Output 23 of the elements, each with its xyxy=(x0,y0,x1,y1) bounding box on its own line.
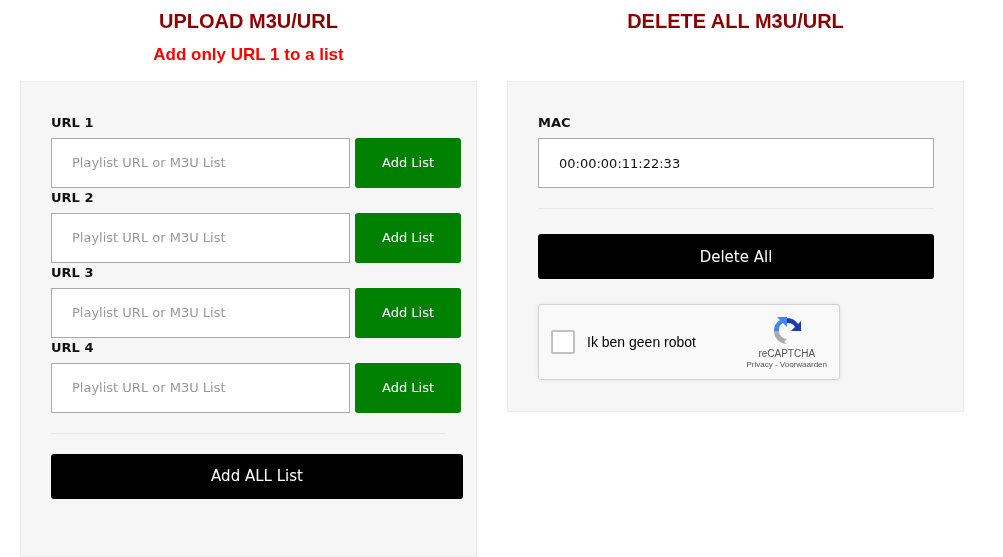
captcha-links[interactable]: Privacy - Voorwaarden xyxy=(746,360,827,369)
add-list-button[interactable]: Add List xyxy=(355,212,461,263)
add-list-button[interactable]: Add List xyxy=(355,362,461,413)
add-list-button[interactable]: Add List xyxy=(355,287,461,338)
url-input[interactable]: Playlist URL or M3U List xyxy=(51,287,350,338)
field-label: URL 1 xyxy=(51,113,95,132)
field-label: URL 3 xyxy=(51,263,95,282)
section-title: UPLOAD M3U/URL xyxy=(159,10,338,34)
url-input[interactable]: Playlist URL or M3U List xyxy=(51,137,350,188)
add-list-button[interactable]: Add List xyxy=(355,137,461,188)
delete-all-button[interactable]: Delete All xyxy=(538,234,934,279)
field-label: URL 2 xyxy=(51,188,95,207)
section-title: DELETE ALL M3U/URL xyxy=(627,10,844,34)
captcha-brand: reCAPTCHA xyxy=(758,348,816,359)
url-input[interactable]: Playlist URL or M3U List xyxy=(51,212,350,263)
url-input[interactable]: Playlist URL or M3U List xyxy=(51,362,350,413)
mac-input[interactable]: 00:00:00:11:22:33 xyxy=(538,138,934,188)
field-label: MAC xyxy=(538,114,571,132)
captcha-label: Ik ben geen robot xyxy=(587,334,697,350)
captcha-checkbox[interactable] xyxy=(551,330,575,354)
field-label: URL 4 xyxy=(51,338,95,357)
section-subtitle: Add only URL 1 to a list xyxy=(153,44,344,66)
add-all-button[interactable]: Add ALL List xyxy=(51,453,463,499)
